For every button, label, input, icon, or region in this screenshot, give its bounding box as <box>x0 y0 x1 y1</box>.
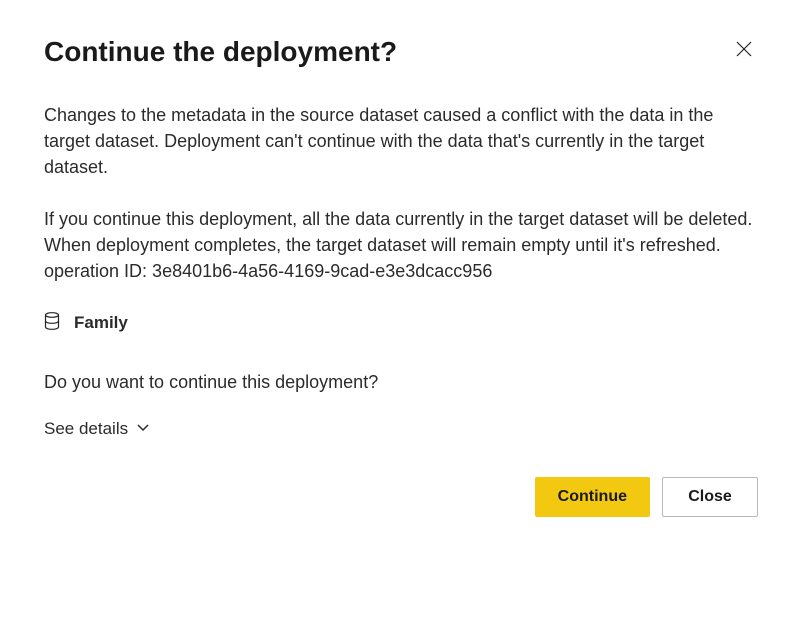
continue-button[interactable]: Continue <box>535 477 650 517</box>
dialog-header: Continue the deployment? <box>44 36 758 68</box>
confirm-question: Do you want to continue this deployment? <box>44 369 758 395</box>
see-details-toggle[interactable]: See details <box>44 419 150 439</box>
see-details-label: See details <box>44 419 128 439</box>
close-icon <box>736 41 752 60</box>
dataset-row: Family <box>44 311 758 337</box>
dialog-title: Continue the deployment? <box>44 36 397 68</box>
chevron-down-icon <box>136 419 150 439</box>
operation-id: operation ID: 3e8401b6-4a56-4169-9cad-e3… <box>44 258 758 284</box>
dataset-name: Family <box>74 311 128 336</box>
dialog-footer: Continue Close <box>44 477 758 517</box>
paragraph-warning: If you continue this deployment, all the… <box>44 206 758 258</box>
close-button[interactable]: Close <box>662 477 758 517</box>
dialog-body: Changes to the metadata in the source da… <box>44 102 758 441</box>
database-icon <box>44 311 60 337</box>
paragraph-conflict: Changes to the metadata in the source da… <box>44 102 758 180</box>
close-icon-button[interactable] <box>730 36 758 64</box>
deployment-confirm-dialog: Continue the deployment? Changes to the … <box>0 0 802 553</box>
